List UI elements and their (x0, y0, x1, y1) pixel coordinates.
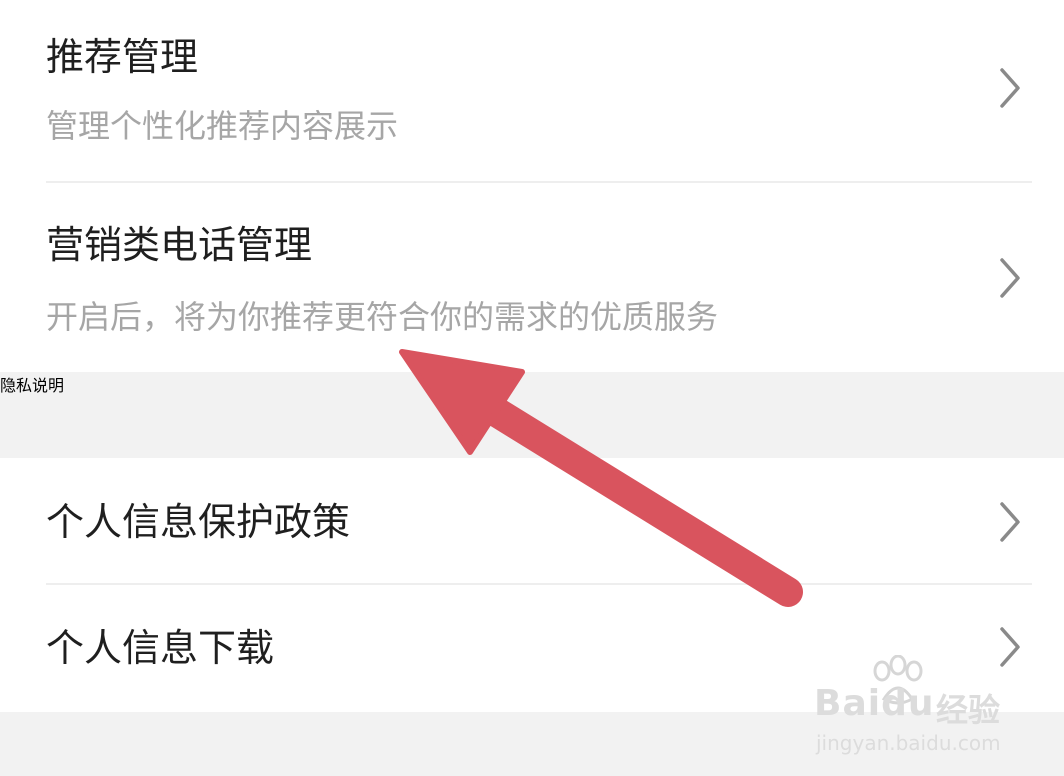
recommendation-management-desc: 管理个性化推荐内容展示 (46, 107, 399, 145)
watermark-brand: Baidu (814, 683, 935, 724)
personal-info-download-title: 个人信息下载 (46, 626, 275, 670)
chevron-right-icon (1000, 258, 1020, 298)
marketing-call-management-item[interactable]: 营销类电话管理 开启后，将为你推荐更符合你的需求的优质服务 (0, 183, 1064, 372)
chevron-right-icon (1000, 68, 1020, 108)
watermark-brand-suffix: 经验 (936, 691, 1001, 729)
privacy-policy-title: 个人信息保护政策 (46, 500, 351, 544)
marketing-call-management-desc: 开启后，将为你推荐更符合你的需求的优质服务 (46, 298, 719, 336)
privacy-section-label: 隐私说明 (0, 376, 65, 395)
privacy-policy-item[interactable]: 个人信息保护政策 (0, 458, 1064, 583)
recommendation-management-title: 推荐管理 (46, 35, 199, 79)
watermark-url: jingyan.baidu.com (816, 731, 1001, 755)
baidu-jingyan-watermark: Baidu 经验 jingyan.baidu.com (808, 655, 1018, 755)
marketing-call-management-title: 营销类电话管理 (46, 223, 313, 267)
chevron-right-icon (1000, 502, 1020, 542)
recommendation-management-item[interactable]: 推荐管理 管理个性化推荐内容展示 (0, 0, 1064, 182)
settings-list-top: 推荐管理 管理个性化推荐内容展示 营销类电话管理 开启后，将为你推荐更符合你的需… (0, 0, 1064, 372)
